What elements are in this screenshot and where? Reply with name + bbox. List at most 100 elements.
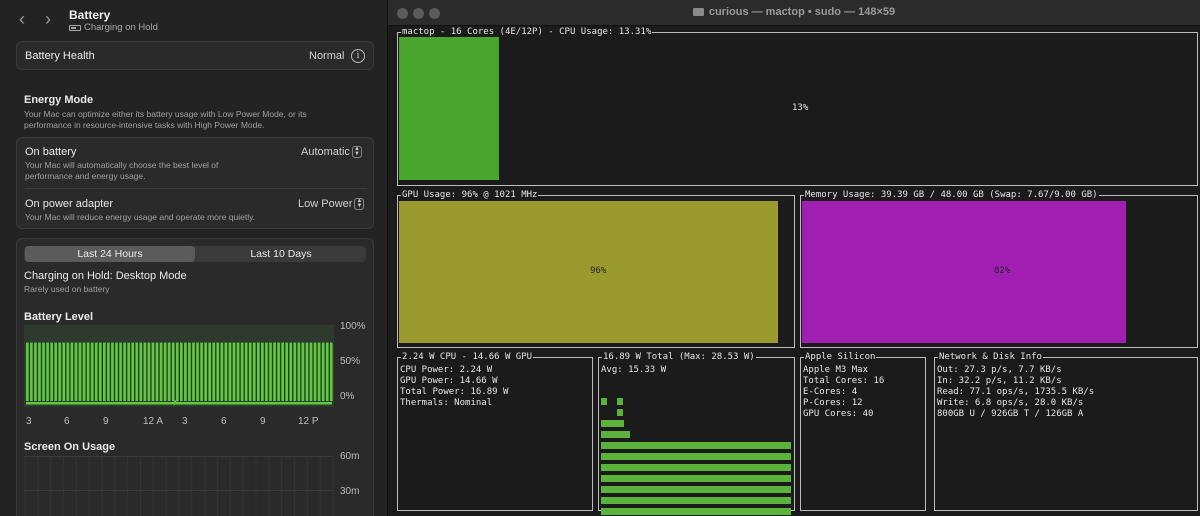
battery-level-bar: [38, 342, 41, 401]
battery-level-bar: [70, 342, 74, 401]
battery-health-card: Battery Health Normal i: [16, 41, 374, 70]
battery-level-bar: [180, 342, 183, 401]
info-icon[interactable]: i: [351, 49, 365, 63]
battery-level-bar: [26, 342, 29, 401]
y-label-60m: 60m: [340, 451, 360, 462]
charging-status-text: Charging on Hold: [84, 22, 158, 33]
apple-silicon-panel: Apple Silicon Apple M3 Max Total Cores: …: [800, 352, 926, 511]
back-chevron-icon[interactable]: ‹: [14, 10, 30, 28]
battery-x-tick: 6: [64, 416, 70, 427]
e-cores: E-Cores: 4: [803, 387, 858, 397]
battery-x-tick: 12 A: [143, 416, 164, 427]
battery-level-bar: [151, 342, 155, 401]
battery-level-bar: [78, 342, 82, 401]
battery-level-bar: [46, 342, 49, 401]
battery-level-bar: [86, 342, 90, 401]
battery-level-bar: [155, 342, 159, 401]
battery-level-bar: [147, 342, 151, 401]
battery-level-bar: [204, 342, 207, 401]
terminal-title: curious — mactop • sudo — 148×59: [388, 6, 1200, 18]
on-adapter-select-value: Low Power: [298, 198, 353, 210]
power-history-bar: [601, 442, 791, 449]
network-disk-panel: Network & Disk Info Out: 27.3 p/s, 7.7 K…: [934, 352, 1198, 511]
battery-level-bar: [107, 342, 110, 401]
screen-on-usage-title: Screen On Usage: [24, 441, 116, 453]
range-segmented-control: Last 24 Hours Last 10 Days: [24, 246, 366, 262]
battery-level-bar: [273, 342, 276, 401]
updown-chevron-icon: ▲ ▼: [354, 198, 365, 211]
battery-level-bar: [285, 342, 289, 401]
gpu-power-line: GPU Power: 14.66 W: [400, 376, 498, 386]
energy-mode-description-1: Your Mac can optimize either its battery…: [24, 109, 307, 119]
y-label-50: 50%: [340, 356, 361, 367]
power-history-bar: [601, 398, 607, 405]
charging-bolt-icon: ⚡: [172, 396, 180, 407]
battery-level-bar: [175, 342, 179, 401]
y-label-0: 0%: [340, 391, 355, 402]
battery-level-bar: [329, 342, 333, 401]
battery-level-bar: [240, 342, 244, 401]
battery-level-bar: [119, 342, 122, 401]
gpu-panel: GPU Usage: 96% @ 1021 MHz 96%: [397, 190, 795, 348]
forward-chevron-icon[interactable]: ›: [40, 10, 56, 28]
page-title: Battery: [69, 8, 111, 22]
battery-level-bar: [188, 342, 191, 401]
battery-level-bar: [216, 342, 220, 401]
tab-last-10-days[interactable]: Last 10 Days: [196, 246, 366, 262]
cpu-panel: mactop - 16 Cores (4E/12P) - CPU Usage: …: [397, 27, 1198, 186]
on-battery-desc-1: Your Mac will automatically choose the b…: [25, 160, 219, 170]
cpu-usage-bar: [399, 37, 499, 180]
battery-level-bar: [58, 342, 62, 401]
battery-level-bar: [236, 342, 240, 401]
battery-level-bar: [111, 342, 114, 401]
battery-level-bar: [127, 342, 130, 401]
battery-level-bar: [208, 342, 212, 401]
battery-level-bar: [103, 342, 106, 401]
battery-health-value: Normal: [309, 50, 345, 62]
battery-level-bar: [224, 342, 228, 401]
battery-level-bar: [54, 342, 58, 401]
gpu-usage-bar: [399, 201, 778, 343]
disk-write: Write: 6.8 ops/s, 28.0 KB/s: [937, 398, 1084, 408]
battery-level-bar: [257, 342, 260, 401]
battery-x-tick: 3: [26, 416, 32, 427]
battery-x-tick: 9: [103, 416, 109, 427]
on-adapter-select[interactable]: Low Power ▲ ▼: [298, 198, 365, 211]
power-history-bar: [601, 420, 624, 427]
battery-level-bar: [269, 342, 272, 401]
memory-panel-title: Memory Usage: 39.39 GB / 48.00 GB (Swap:…: [804, 190, 1099, 201]
battery-level-chart: ⚡: [24, 325, 334, 409]
battery-level-bar: [167, 342, 171, 401]
battery-level-bar: [62, 342, 66, 401]
battery-level-bar: [143, 342, 147, 401]
cpu-usage-percent: 13%: [792, 103, 809, 113]
battery-level-bar: [192, 342, 195, 401]
apple-silicon-panel-title: Apple Silicon: [804, 352, 877, 363]
cpu-power-line: CPU Power: 2.24 W: [400, 365, 493, 375]
power-history-bar: [601, 431, 630, 438]
battery-level-bar: [313, 342, 317, 401]
battery-level-bar: [228, 342, 232, 401]
battery-x-tick: 9: [260, 416, 266, 427]
tab-last-24-hours[interactable]: Last 24 Hours: [25, 246, 195, 262]
thermals-line: Thermals: Nominal: [400, 398, 493, 408]
battery-icon: [69, 24, 81, 31]
battery-x-tick: 12 P: [298, 416, 319, 427]
total-cores: Total Cores: 16: [803, 376, 885, 386]
page-subtitle: Charging on Hold: [69, 22, 158, 33]
battery-level-bar: [265, 342, 268, 401]
on-adapter-desc: Your Mac will reduce energy usage and op…: [25, 212, 256, 222]
battery-level-bar: [289, 342, 293, 401]
folder-icon: [692, 8, 704, 17]
battery-level-bar: [42, 342, 45, 401]
battery-level-bar: [30, 342, 33, 401]
updown-chevron-icon: ▲ ▼: [351, 146, 362, 159]
battery-level-bar: [248, 342, 252, 401]
network-out: Out: 27.3 p/s, 7.7 KB/s: [937, 365, 1062, 375]
energy-mode-title: Energy Mode: [24, 94, 94, 106]
battery-level-bar: [301, 342, 305, 401]
energy-mode-card: On battery Your Mac will automatically c…: [16, 137, 374, 229]
disk-space: 800GB U / 926GB T / 126GB A: [937, 409, 1084, 419]
battery-level-bar: [305, 342, 309, 401]
on-battery-select[interactable]: Automatic ▲ ▼: [301, 146, 362, 159]
